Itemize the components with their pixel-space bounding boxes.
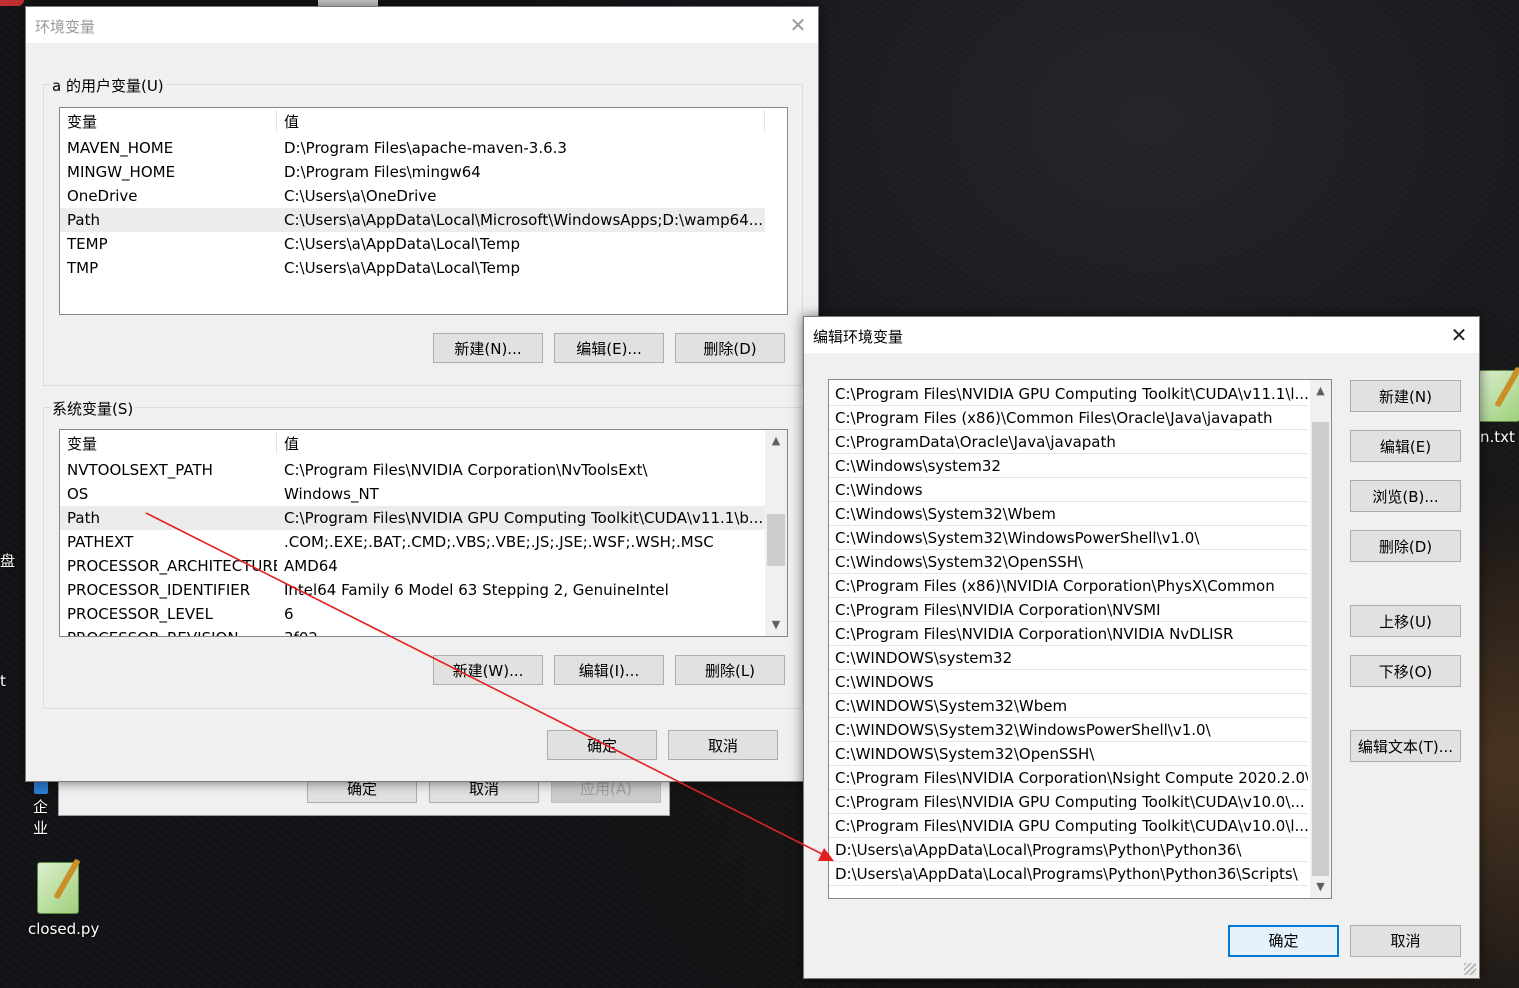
annotation-arrow-head bbox=[818, 848, 834, 861]
annotation-arrow-line bbox=[145, 512, 825, 856]
annotation-arrow bbox=[145, 512, 834, 861]
